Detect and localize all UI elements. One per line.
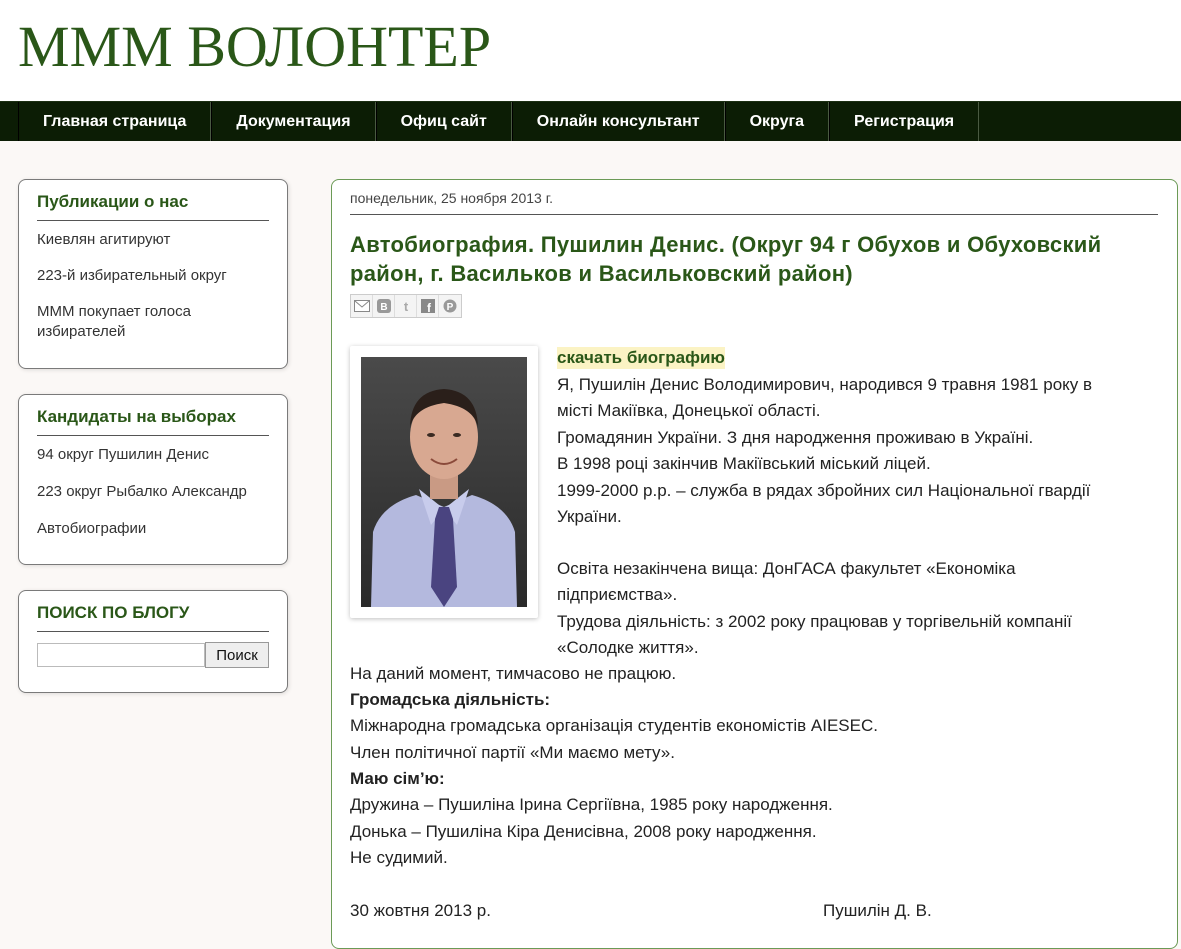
svg-text:P: P bbox=[447, 302, 454, 313]
bio-line: Громадянин України. З дня народження про… bbox=[557, 428, 1034, 447]
share-bar: B t f P bbox=[350, 294, 462, 318]
blog-search-widget: ПОИСК ПО БЛОГУ Поиск bbox=[18, 590, 288, 693]
bio-line: «Солодке життя». bbox=[557, 638, 699, 657]
blog-search-input[interactable] bbox=[37, 643, 205, 667]
download-biography-link[interactable]: скачать биографию bbox=[557, 347, 725, 369]
candidates-link[interactable]: Автобиографии bbox=[37, 519, 275, 539]
publications-link[interactable]: Киевлян агитируют bbox=[37, 230, 275, 250]
bio-line: На даний момент, тимчасово не працюю. bbox=[350, 664, 677, 683]
email-icon[interactable] bbox=[351, 295, 373, 317]
photo-frame bbox=[350, 346, 538, 618]
svg-text:B: B bbox=[380, 302, 387, 313]
public-activity-heading: Громадська діяльність: bbox=[350, 690, 551, 709]
publications-widget-title: Публикации о нас bbox=[37, 192, 269, 221]
bio-line: Міжнародна громадська організація студен… bbox=[350, 716, 878, 735]
candidates-widget-title: Кандидаты на выборах bbox=[37, 407, 269, 436]
bio-line: В 1998 році закінчив Макіївський міський… bbox=[557, 454, 931, 473]
nav-official-site[interactable]: Офиц сайт bbox=[375, 102, 512, 141]
bio-line: Не судимий. bbox=[350, 848, 448, 867]
site-header: МММ ВОЛОНТЕР bbox=[0, 0, 1181, 101]
blog-search-button[interactable]: Поиск bbox=[205, 642, 269, 668]
nav-home[interactable]: Главная страница bbox=[18, 102, 212, 141]
pinterest-icon[interactable]: P bbox=[439, 295, 461, 317]
signature-date: 30 жовтня 2013 р. bbox=[350, 901, 491, 920]
portrait-photo[interactable] bbox=[361, 357, 527, 607]
nav-online-consultant[interactable]: Онлайн консультант bbox=[511, 102, 725, 141]
publications-widget: Публикации о нас Киевлян агитируют 223-й… bbox=[18, 179, 288, 369]
nav-districts[interactable]: Округа bbox=[724, 102, 830, 141]
blogger-icon[interactable]: B bbox=[373, 295, 395, 317]
main-nav: Главная страница Документация Офиц сайт … bbox=[0, 101, 1181, 141]
publications-link[interactable]: 223-й избирательный округ bbox=[37, 266, 275, 286]
nav-registration[interactable]: Регистрация bbox=[829, 102, 980, 141]
bio-line: місті Макіївка, Донецької області. bbox=[557, 401, 821, 420]
publications-link[interactable]: МММ покупает голоса избирателей bbox=[37, 302, 275, 342]
post-title[interactable]: Автобиография. Пушилин Денис. (Округ 94 … bbox=[350, 230, 1150, 288]
bio-line: Я, Пушилін Денис Володимирович, народивс… bbox=[557, 375, 1093, 394]
candidates-link[interactable]: 223 округ Рыбалко Александр bbox=[37, 482, 275, 502]
blog-post: понедельник, 25 ноября 2013 г. Автобиогр… bbox=[331, 179, 1178, 949]
bio-line: Освіта незакінчена вища: ДонГАСА факульт… bbox=[557, 559, 1016, 578]
blog-search-title: ПОИСК ПО БЛОГУ bbox=[37, 603, 269, 632]
facebook-icon[interactable]: f bbox=[417, 295, 439, 317]
bio-line: Дружина – Пушиліна Ірина Сергіївна, 1985… bbox=[350, 795, 833, 814]
bio-line: Трудова діяльність: з 2002 року працював… bbox=[557, 612, 1072, 631]
nav-documentation[interactable]: Документация bbox=[211, 102, 376, 141]
bio-line: 1999-2000 р.р. – служба в рядах збройних… bbox=[557, 481, 1091, 500]
post-date: понедельник, 25 ноября 2013 г. bbox=[350, 190, 1158, 215]
svg-text:t: t bbox=[403, 299, 408, 313]
bio-line: підприємства». bbox=[557, 585, 678, 604]
candidates-link[interactable]: 94 округ Пушилин Денис bbox=[37, 445, 275, 465]
bio-line: України. bbox=[557, 507, 622, 526]
twitter-icon[interactable]: t bbox=[395, 295, 417, 317]
bio-line: Донька – Пушиліна Кіра Денисівна, 2008 р… bbox=[350, 822, 817, 841]
family-heading: Маю сім’ю: bbox=[350, 769, 445, 788]
candidates-widget: Кандидаты на выборах 94 округ Пушилин Де… bbox=[18, 394, 288, 565]
bio-line: Член політичної партії «Ми маємо мету». bbox=[350, 743, 675, 762]
signature-name: Пушилін Д. В. bbox=[823, 901, 932, 920]
site-title[interactable]: МММ ВОЛОНТЕР bbox=[18, 18, 491, 76]
